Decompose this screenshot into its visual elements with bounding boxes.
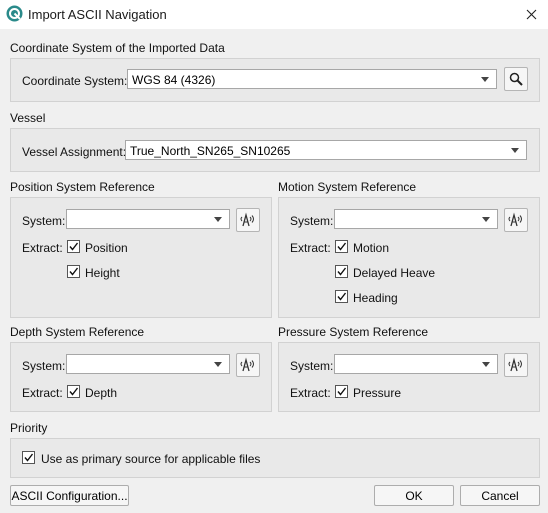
depth-group (10, 342, 272, 412)
motion-section-title: Motion System Reference (278, 180, 417, 194)
close-icon (526, 9, 536, 20)
depth-system-dropdown[interactable] (66, 354, 230, 374)
coordinate-system-value: WGS 84 (4326) (132, 73, 216, 87)
delayed-heave-checkbox-label: Delayed Heave (353, 266, 436, 280)
height-checkbox[interactable] (67, 265, 80, 278)
height-checkbox-label: Height (85, 266, 120, 280)
motion-checkbox-label: Motion (353, 241, 390, 255)
heading-checkbox-label: Heading (353, 291, 398, 305)
pressure-checkbox[interactable] (335, 385, 348, 398)
motion-system-dropdown[interactable] (334, 209, 498, 229)
motion-system-label: System: (290, 214, 334, 228)
pressure-system-label: System: (290, 359, 334, 373)
checkmark-icon (24, 453, 34, 462)
title-bar: Import ASCII Navigation (0, 0, 548, 29)
coordinate-section-title: Coordinate System of the Imported Data (10, 41, 225, 55)
pressure-section-title: Pressure System Reference (278, 325, 429, 339)
checkmark-icon (337, 242, 347, 251)
ascii-configuration-button[interactable]: ASCII Configuration... (10, 485, 129, 506)
checkmark-icon (69, 387, 79, 396)
motion-sensor-button[interactable] (504, 208, 528, 232)
app-logo-icon (6, 5, 23, 22)
depth-extract-label: Extract: (22, 386, 63, 400)
sensor-signal-icon (508, 212, 522, 227)
heading-checkbox[interactable] (335, 290, 348, 303)
sensor-signal-icon (508, 357, 522, 372)
depth-checkbox-label: Depth (85, 386, 118, 400)
pressure-checkbox-label: Pressure (353, 386, 402, 400)
sensor-signal-icon (240, 357, 254, 372)
vessel-assignment-value: True_North_SN265_SN10265 (130, 144, 291, 158)
chevron-down-icon (214, 362, 222, 367)
depth-system-label: System: (22, 359, 66, 373)
primary-source-label: Use as primary source for applicable fil… (41, 452, 261, 466)
delayed-heave-checkbox[interactable] (335, 265, 348, 278)
chevron-down-icon (481, 77, 489, 82)
vessel-assignment-dropdown[interactable]: True_North_SN265_SN10265 (125, 140, 527, 160)
vessel-assignment-label: Vessel Assignment: (22, 145, 127, 159)
search-button[interactable] (504, 67, 528, 91)
pressure-extract-label: Extract: (290, 386, 331, 400)
depth-section-title: Depth System Reference (10, 325, 145, 339)
checkmark-icon (69, 267, 79, 276)
pressure-group (278, 342, 540, 412)
close-button[interactable] (514, 0, 548, 29)
search-icon (509, 72, 523, 86)
ok-button[interactable]: OK (374, 485, 454, 506)
vessel-section-title: Vessel (10, 111, 46, 125)
position-checkbox-label: Position (85, 241, 128, 255)
depth-sensor-button[interactable] (236, 353, 260, 377)
chevron-down-icon (214, 217, 222, 222)
coordinate-system-dropdown[interactable]: WGS 84 (4326) (127, 69, 497, 89)
pressure-system-dropdown[interactable] (334, 354, 498, 374)
depth-checkbox[interactable] (67, 385, 80, 398)
position-system-dropdown[interactable] (66, 209, 230, 229)
checkmark-icon (337, 387, 347, 396)
chevron-down-icon (482, 217, 490, 222)
checkmark-icon (69, 242, 79, 251)
motion-checkbox[interactable] (335, 240, 348, 253)
chevron-down-icon (511, 148, 519, 153)
window-title: Import ASCII Navigation (28, 7, 167, 22)
chevron-down-icon (482, 362, 490, 367)
sensor-signal-icon (240, 212, 254, 227)
cancel-button[interactable]: Cancel (460, 485, 540, 506)
position-extract-label: Extract: (22, 241, 63, 255)
priority-section-title: Priority (10, 421, 48, 435)
pressure-sensor-button[interactable] (504, 353, 528, 377)
checkmark-icon (337, 267, 347, 276)
position-section-title: Position System Reference (10, 180, 155, 194)
position-checkbox[interactable] (67, 240, 80, 253)
position-sensor-button[interactable] (236, 208, 260, 232)
position-system-label: System: (22, 214, 66, 228)
motion-extract-label: Extract: (290, 241, 331, 255)
coordinate-system-label: Coordinate System: (22, 74, 128, 88)
primary-source-checkbox[interactable] (22, 451, 35, 464)
checkmark-icon (337, 292, 347, 301)
